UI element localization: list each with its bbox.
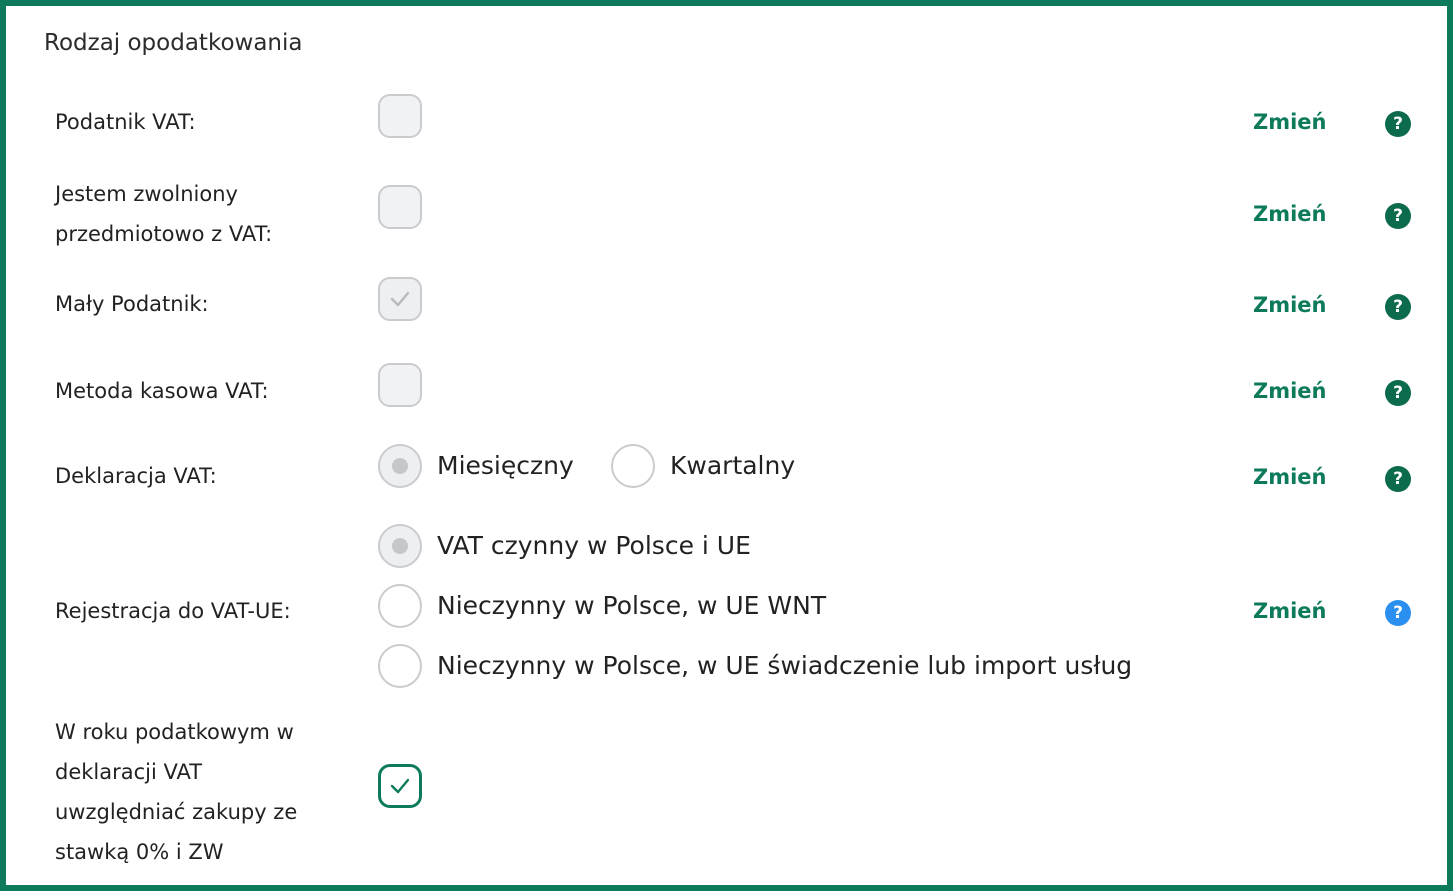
cash-method-checkbox[interactable] bbox=[378, 363, 422, 407]
zero-rate-label-line4: stawką 0% i ZW bbox=[55, 840, 224, 864]
small-taxpayer-label: Mały Podatnik: bbox=[55, 292, 209, 316]
zero-rate-checkbox[interactable] bbox=[378, 764, 422, 808]
check-icon bbox=[390, 291, 410, 307]
vat-eu-change-link[interactable]: Zmień bbox=[1253, 596, 1327, 626]
zero-rate-label-line1: W roku podatkowym w bbox=[55, 720, 294, 744]
check-icon bbox=[390, 778, 410, 794]
zero-rate-label-line3: uwzględniać zakupy ze bbox=[55, 800, 298, 824]
vat-eu-active-radio[interactable] bbox=[378, 524, 422, 568]
vat-declaration-quarterly-radio[interactable] bbox=[611, 444, 655, 488]
vat-eu-wnt-label[interactable]: Nieczynny w Polsce, w UE WNT bbox=[437, 584, 826, 628]
cash-method-help-icon[interactable]: ? bbox=[1385, 380, 1411, 406]
vat-eu-services-label[interactable]: Nieczynny w Polsce, w UE świadczenie lub… bbox=[437, 644, 1132, 688]
vat-declaration-label: Deklaracja VAT: bbox=[55, 464, 217, 488]
section-title: Rodzaj opodatkowania bbox=[44, 30, 303, 56]
small-taxpayer-checkbox[interactable] bbox=[378, 277, 422, 321]
vat-declaration-quarterly-label[interactable]: Kwartalny bbox=[670, 444, 795, 488]
vat-eu-wnt-radio[interactable] bbox=[378, 584, 422, 628]
vat-eu-help-icon[interactable]: ? bbox=[1385, 600, 1411, 626]
small-taxpayer-help-icon[interactable]: ? bbox=[1385, 294, 1411, 320]
vat-exempt-change-link[interactable]: Zmień bbox=[1253, 199, 1327, 229]
vat-eu-services-radio[interactable] bbox=[378, 644, 422, 688]
vat-declaration-help-icon[interactable]: ? bbox=[1385, 466, 1411, 492]
cash-method-change-link[interactable]: Zmień bbox=[1253, 376, 1327, 406]
vat-payer-label: Podatnik VAT: bbox=[55, 110, 196, 134]
zero-rate-label-line2: deklaracji VAT bbox=[55, 760, 203, 784]
vat-payer-help-icon[interactable]: ? bbox=[1385, 111, 1411, 137]
vat-declaration-monthly-radio[interactable] bbox=[378, 444, 422, 488]
vat-exempt-help-icon[interactable]: ? bbox=[1385, 203, 1411, 229]
tax-settings-panel: Rodzaj opodatkowania Podatnik VAT: Zmień… bbox=[0, 0, 1453, 891]
vat-payer-checkbox[interactable] bbox=[378, 94, 422, 138]
vat-payer-change-link[interactable]: Zmień bbox=[1253, 107, 1327, 137]
vat-exempt-label-line1: Jestem zwolniony bbox=[55, 182, 238, 206]
vat-eu-active-label[interactable]: VAT czynny w Polsce i UE bbox=[437, 524, 751, 568]
vat-declaration-monthly-label[interactable]: Miesięczny bbox=[437, 444, 574, 488]
vat-declaration-change-link[interactable]: Zmień bbox=[1253, 462, 1327, 492]
small-taxpayer-change-link[interactable]: Zmień bbox=[1253, 290, 1327, 320]
vat-eu-label: Rejestracja do VAT-UE: bbox=[55, 599, 291, 623]
vat-exempt-label-line2: przedmiotowo z VAT: bbox=[55, 222, 273, 246]
cash-method-label: Metoda kasowa VAT: bbox=[55, 379, 269, 403]
vat-exempt-checkbox[interactable] bbox=[378, 185, 422, 229]
